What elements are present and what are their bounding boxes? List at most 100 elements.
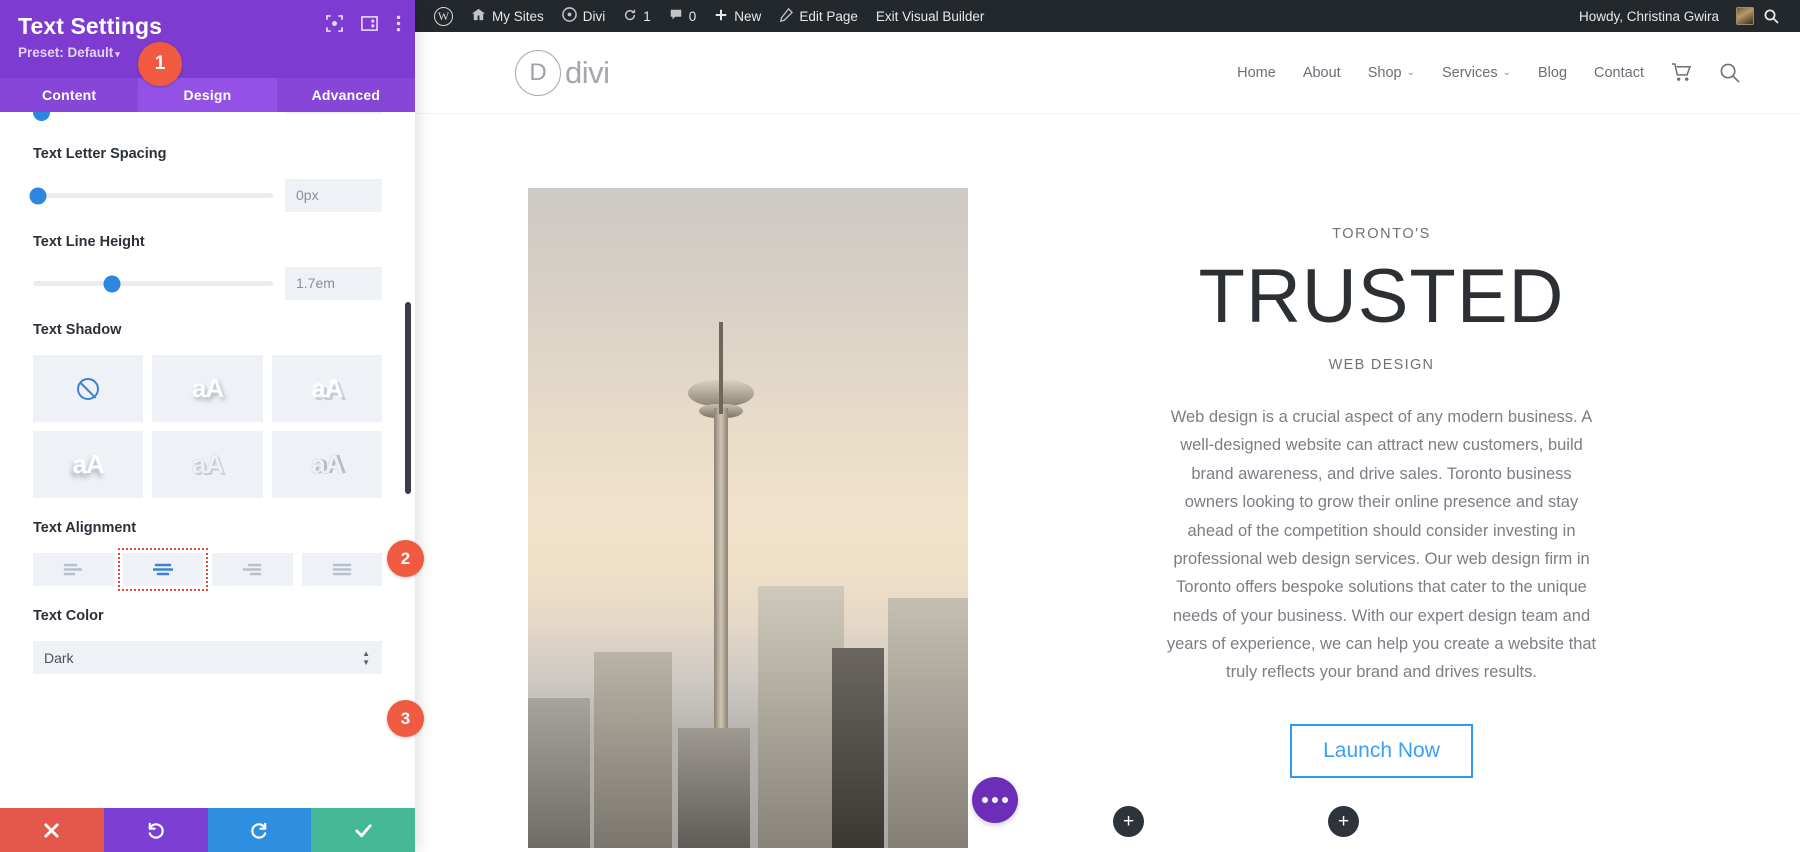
more-options-icon[interactable]: [396, 15, 401, 37]
logo-circle-icon: D: [515, 50, 561, 96]
field-text-letter-spacing: Text Letter Spacing 0px: [33, 124, 382, 212]
redo-icon: [250, 821, 269, 840]
text-letter-spacing-knob[interactable]: [29, 187, 46, 204]
nav-item-home-label: Home: [1237, 65, 1276, 81]
chevron-down-icon: ▾: [115, 49, 120, 59]
tab-advanced[interactable]: Advanced: [277, 78, 415, 112]
admin-bar-edit-page-label: Edit Page: [799, 9, 858, 24]
text-shadow-option-none[interactable]: [33, 355, 143, 422]
ellipsis-icon: [992, 797, 998, 803]
admin-bar-right: Howdy, Christina Gwira: [1570, 0, 1800, 32]
field-text-alignment: Text Alignment: [33, 498, 382, 586]
admin-bar-updates[interactable]: 1: [614, 0, 660, 32]
align-right-button[interactable]: [212, 553, 293, 586]
panel-preset-label: Preset: Default: [18, 45, 113, 60]
admin-bar-wordpress-logo[interactable]: W: [425, 0, 462, 32]
add-section-button-left[interactable]: +: [1113, 806, 1144, 837]
admin-bar-exit-visual-builder[interactable]: Exit Visual Builder: [867, 0, 994, 32]
text-shadow-option-blur-left[interactable]: aA: [33, 431, 143, 498]
skyline-building: [832, 648, 884, 848]
slider-knob-partial[interactable]: [33, 112, 50, 121]
panel-header: Text Settings Preset: Default▾: [0, 0, 415, 78]
undo-button[interactable]: [104, 808, 208, 852]
text-letter-spacing-label: Text Letter Spacing: [33, 146, 382, 162]
step-badge-3: 3: [387, 700, 424, 737]
panel-header-icons: [326, 15, 401, 37]
panel-body: Text Letter Spacing 0px Text Line Height…: [0, 112, 415, 808]
text-color-label: Text Color: [33, 608, 382, 624]
logo-wordmark: divi: [565, 55, 610, 91]
text-line-height-value[interactable]: 1.7em: [285, 267, 382, 300]
nav-item-blog[interactable]: Blog: [1538, 65, 1567, 81]
text-shadow-option-outline[interactable]: aA: [152, 431, 262, 498]
align-center-button[interactable]: [123, 553, 204, 586]
nav-item-about-label: About: [1303, 65, 1341, 81]
nav-item-about[interactable]: About: [1303, 65, 1341, 81]
admin-bar-divi-label: Divi: [583, 9, 606, 24]
text-shadow-option-hard-down[interactable]: aA: [272, 355, 382, 422]
skyline-building: [528, 698, 590, 848]
admin-bar-edit-page[interactable]: Edit Page: [770, 0, 867, 32]
text-letter-spacing-value[interactable]: 0px: [285, 179, 382, 212]
admin-bar-new[interactable]: New: [705, 0, 770, 32]
discard-button[interactable]: [0, 808, 104, 852]
launch-now-button[interactable]: Launch Now: [1290, 724, 1473, 778]
save-button[interactable]: [311, 808, 415, 852]
skyline-building: [594, 652, 672, 848]
site-header: D divi Home About Shop ⌄ Services ⌄: [415, 32, 1800, 114]
nav-item-contact[interactable]: Contact: [1594, 65, 1644, 81]
step-badge-2: 2: [387, 540, 424, 577]
site-logo[interactable]: D divi: [515, 50, 610, 96]
hero-subkicker: WEB DESIGN: [1023, 357, 1740, 373]
admin-bar-exit-label: Exit Visual Builder: [876, 9, 985, 24]
field-text-shadow: Text Shadow aA aA aA aA: [33, 300, 382, 498]
text-line-height-label: Text Line Height: [33, 234, 382, 250]
hero-section: TORONTO'S TRUSTED WEB DESIGN Web design …: [415, 114, 1800, 852]
skyline-building: [678, 728, 750, 848]
pencil-icon: [779, 8, 793, 25]
nav-item-home[interactable]: Home: [1237, 65, 1276, 81]
cart-icon[interactable]: [1671, 63, 1692, 82]
align-left-button[interactable]: [33, 553, 114, 586]
text-shadow-option-soft-down[interactable]: aA: [152, 355, 262, 422]
nav-item-services-label: Services: [1442, 65, 1498, 81]
nav-item-shop[interactable]: Shop ⌄: [1368, 65, 1415, 81]
divi-icon: [562, 7, 577, 25]
text-shadow-option-offset-right[interactable]: aA: [272, 431, 382, 498]
redo-button[interactable]: [208, 808, 312, 852]
nav-item-blog-label: Blog: [1538, 65, 1567, 81]
field-text-color: Text Color Dark ▲▼: [33, 586, 382, 674]
text-letter-spacing-slider[interactable]: [33, 193, 273, 198]
tab-content[interactable]: Content: [0, 78, 138, 112]
slider-value-partial[interactable]: [285, 112, 382, 114]
admin-bar-comments[interactable]: 0: [660, 0, 706, 32]
text-line-height-slider[interactable]: [33, 281, 273, 286]
focus-target-icon[interactable]: [326, 15, 343, 37]
text-color-select[interactable]: Dark ▲▼: [33, 641, 382, 674]
text-shadow-preview-glyph: aA: [192, 373, 223, 404]
undo-icon: [146, 821, 165, 840]
hero-image: [528, 188, 968, 848]
text-shadow-preview-glyph: aA: [192, 449, 223, 480]
admin-bar-howdy[interactable]: Howdy, Christina Gwira: [1570, 0, 1728, 32]
admin-bar-my-sites[interactable]: My Sites: [462, 0, 553, 32]
text-line-height-knob[interactable]: [104, 275, 121, 292]
admin-bar-search-icon[interactable]: [1754, 0, 1788, 32]
nav-item-services[interactable]: Services ⌄: [1442, 65, 1511, 81]
site-navigation: Home About Shop ⌄ Services ⌄ Blog Contac: [1237, 62, 1740, 83]
wp-admin-bar: W My Sites Divi 1: [415, 0, 1800, 32]
search-icon[interactable]: [1719, 62, 1740, 83]
panel-scrollbar-thumb[interactable]: [405, 302, 411, 494]
wordpress-logo-icon: W: [434, 7, 453, 26]
updates-icon: [623, 8, 637, 25]
avatar: [1736, 7, 1754, 25]
ellipsis-icon: [982, 797, 988, 803]
panel-preset-selector[interactable]: Preset: Default▾: [18, 45, 397, 60]
add-section-button-right[interactable]: +: [1328, 806, 1359, 837]
module-options-fab[interactable]: [972, 777, 1018, 823]
align-justify-button[interactable]: [302, 553, 383, 586]
nav-item-shop-label: Shop: [1368, 65, 1402, 81]
visual-builder-canvas: W My Sites Divi 1: [415, 0, 1800, 852]
layout-columns-icon[interactable]: [361, 15, 378, 37]
admin-bar-divi[interactable]: Divi: [553, 0, 615, 32]
